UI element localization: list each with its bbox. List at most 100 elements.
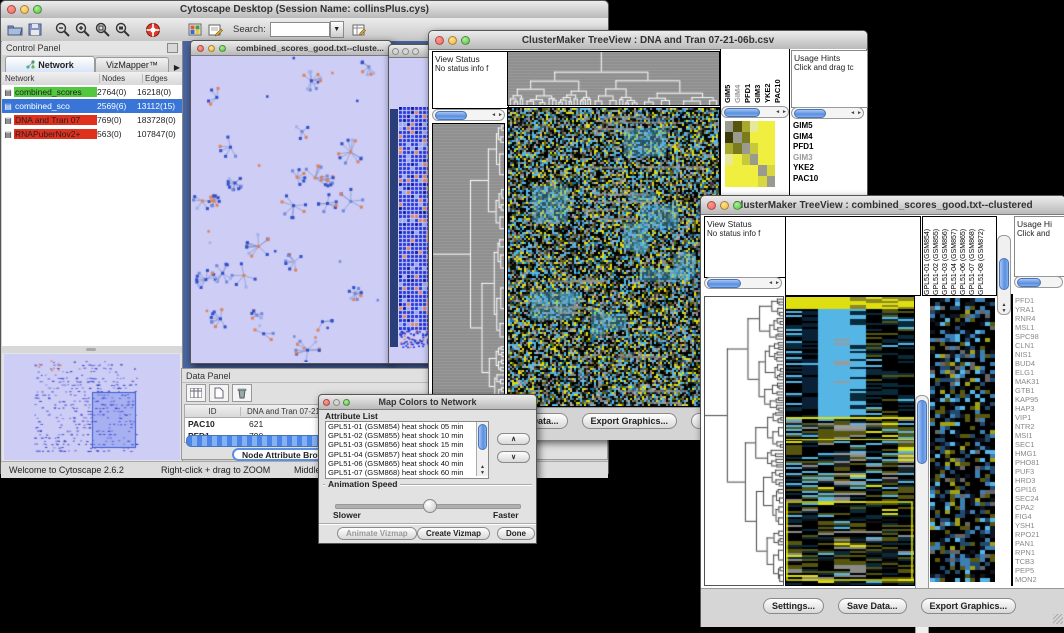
select-attributes-icon[interactable]: [186, 384, 206, 402]
gene-label[interactable]: HAP3: [1015, 404, 1063, 413]
gene-label[interactable]: TCB3: [1015, 557, 1063, 566]
attribute-item[interactable]: GPL51-07 (GSM868) heat shock 60 min: [326, 468, 474, 477]
overview-splitter[interactable]: [2, 346, 182, 353]
minimize-icon[interactable]: [208, 45, 215, 52]
gene-label[interactable]: MSL1: [1015, 323, 1063, 332]
attribute-list-scrollbar[interactable]: ▲▼: [476, 422, 488, 476]
gene-label[interactable]: MSI1: [1015, 431, 1063, 440]
treeview-button[interactable]: Settings...: [763, 598, 824, 614]
tab-vizmapper[interactable]: VizMapper™: [95, 57, 169, 72]
minimize-icon[interactable]: [402, 48, 409, 55]
zoom-fit-icon[interactable]: [93, 21, 113, 39]
gene-label[interactable]: PHO81: [1015, 458, 1063, 467]
dialog-titlebar[interactable]: Map Colors to Network: [319, 395, 536, 410]
annotation-page-icon[interactable]: [205, 21, 225, 39]
tv1-zoom-scrollbar[interactable]: ◄►: [721, 106, 789, 118]
gene-label[interactable]: YSH1: [1015, 521, 1063, 530]
gene-label[interactable]: GIM4: [793, 132, 861, 143]
hidden-window-titlebar[interactable]: [389, 45, 433, 58]
gene-label[interactable]: PAC10: [793, 174, 861, 185]
move-down-button[interactable]: ∨: [497, 451, 530, 463]
close-icon[interactable]: [7, 5, 16, 14]
minimize-icon[interactable]: [333, 399, 340, 406]
treeview-button[interactable]: Export Graphics...: [921, 598, 1017, 614]
search-dropdown-arrow-icon[interactable]: ▼: [330, 21, 344, 38]
zoom-window-icon[interactable]: [733, 201, 742, 210]
close-icon[interactable]: [707, 201, 716, 210]
network-canvas[interactable]: [192, 56, 390, 362]
gene-label[interactable]: CPA2: [1015, 503, 1063, 512]
new-attribute-icon[interactable]: [209, 384, 229, 402]
column-network[interactable]: Network: [2, 74, 100, 83]
tv1-row-dendrogram[interactable]: [432, 123, 505, 408]
gene-label[interactable]: PFD1: [1015, 296, 1063, 305]
search-input[interactable]: [270, 22, 330, 37]
help-ring-icon[interactable]: [143, 21, 163, 39]
gene-label[interactable]: MAK31: [1015, 377, 1063, 386]
animate-vizmap-button[interactable]: Animate Vizmap: [337, 527, 417, 540]
main-titlebar[interactable]: Cytoscape Desktop (Session Name: collins…: [1, 1, 608, 19]
zoom-window-icon[interactable]: [219, 45, 226, 52]
minimize-icon[interactable]: [720, 201, 729, 210]
minimize-icon[interactable]: [448, 36, 457, 45]
attribute-item[interactable]: GPL51-02 (GSM855) heat shock 10 min: [326, 431, 474, 440]
gene-label[interactable]: PEP5: [1015, 566, 1063, 575]
tv2-hints-scrollbar[interactable]: [1014, 276, 1063, 288]
zoom-window-icon[interactable]: [461, 36, 470, 45]
column-nodes[interactable]: Nodes: [100, 74, 143, 83]
gene-label[interactable]: KAP95: [1015, 395, 1063, 404]
save-session-icon[interactable]: [25, 21, 45, 39]
tv2-status-scrollbar[interactable]: ◄►: [704, 277, 782, 289]
resize-grip-icon[interactable]: [1053, 614, 1063, 624]
tv1-column-dendrogram[interactable]: [507, 51, 720, 106]
gene-label[interactable]: BUD4: [1015, 359, 1063, 368]
gene-label[interactable]: RPN1: [1015, 548, 1063, 557]
vizmap-grid-icon[interactable]: [185, 21, 205, 39]
tv1-heatmap[interactable]: [507, 107, 720, 407]
column-id[interactable]: ID: [185, 407, 241, 416]
tv1-status-scrollbar[interactable]: ◄►: [432, 109, 505, 121]
tv2-zoom-heatmap[interactable]: [930, 298, 995, 582]
gene-label[interactable]: PUF3: [1015, 467, 1063, 476]
zoom-window-icon[interactable]: [412, 48, 419, 55]
table-edit-icon[interactable]: [350, 21, 370, 39]
gene-label[interactable]: GIM3: [793, 153, 861, 164]
attribute-item[interactable]: GPL51-03 (GSM856) heat shock 15 min: [326, 440, 474, 449]
network-table-row[interactable]: ▤ combined_sco 2569(6) 13112(15): [2, 99, 182, 113]
tv1-hints-scrollbar[interactable]: ◄►: [791, 107, 864, 119]
gene-label[interactable]: YKE2: [793, 163, 861, 174]
close-icon[interactable]: [392, 48, 399, 55]
gene-label[interactable]: SEC1: [1015, 440, 1063, 449]
zoom-in-icon[interactable]: [73, 21, 93, 39]
gene-label[interactable]: FIG4: [1015, 512, 1063, 521]
network-view-titlebar[interactable]: combined_scores_good.txt--cluste...: [191, 41, 391, 56]
tv2-row-dendrogram[interactable]: [704, 296, 784, 586]
zoom-out-icon[interactable]: [53, 21, 73, 39]
treeview2-titlebar[interactable]: ClusterMaker TreeView : combined_scores_…: [701, 196, 1064, 215]
slider-thumb[interactable]: [423, 499, 437, 513]
tv2-heatmap[interactable]: [785, 296, 915, 586]
network-table-row[interactable]: ▤ combined_scores 2764(0) 16218(0): [2, 85, 182, 99]
gene-label[interactable]: CLN1: [1015, 341, 1063, 350]
gene-label[interactable]: GPI16: [1015, 485, 1063, 494]
network-table-row[interactable]: ▤ RNAPuberNov2+ 563(0) 107847(0): [2, 127, 182, 141]
attribute-item[interactable]: GPL51-04 (GSM857) heat shock 20 min: [326, 450, 474, 459]
close-icon[interactable]: [197, 45, 204, 52]
done-button[interactable]: Done: [497, 527, 535, 540]
gene-label[interactable]: YRA1: [1015, 305, 1063, 314]
gene-label[interactable]: PFD1: [793, 142, 861, 153]
tv2-column-dendrogram[interactable]: [785, 216, 921, 296]
attribute-item[interactable]: GPL51-01 (GSM854) heat shock 05 min: [326, 422, 474, 431]
treeview-button[interactable]: Save Data...: [838, 598, 907, 614]
gene-label[interactable]: NTR2: [1015, 422, 1063, 431]
minimize-icon[interactable]: [20, 5, 29, 14]
close-icon[interactable]: [435, 36, 444, 45]
gene-label[interactable]: VIP1: [1015, 413, 1063, 422]
gene-label[interactable]: GTB1: [1015, 386, 1063, 395]
network-overview[interactable]: [4, 354, 180, 460]
tv2-collabel-scrollbar[interactable]: ▲▼: [997, 235, 1011, 315]
open-file-icon[interactable]: [5, 21, 25, 39]
close-icon[interactable]: [323, 399, 330, 406]
gene-label[interactable]: RPO21: [1015, 530, 1063, 539]
zoom-selected-icon[interactable]: [113, 21, 133, 39]
